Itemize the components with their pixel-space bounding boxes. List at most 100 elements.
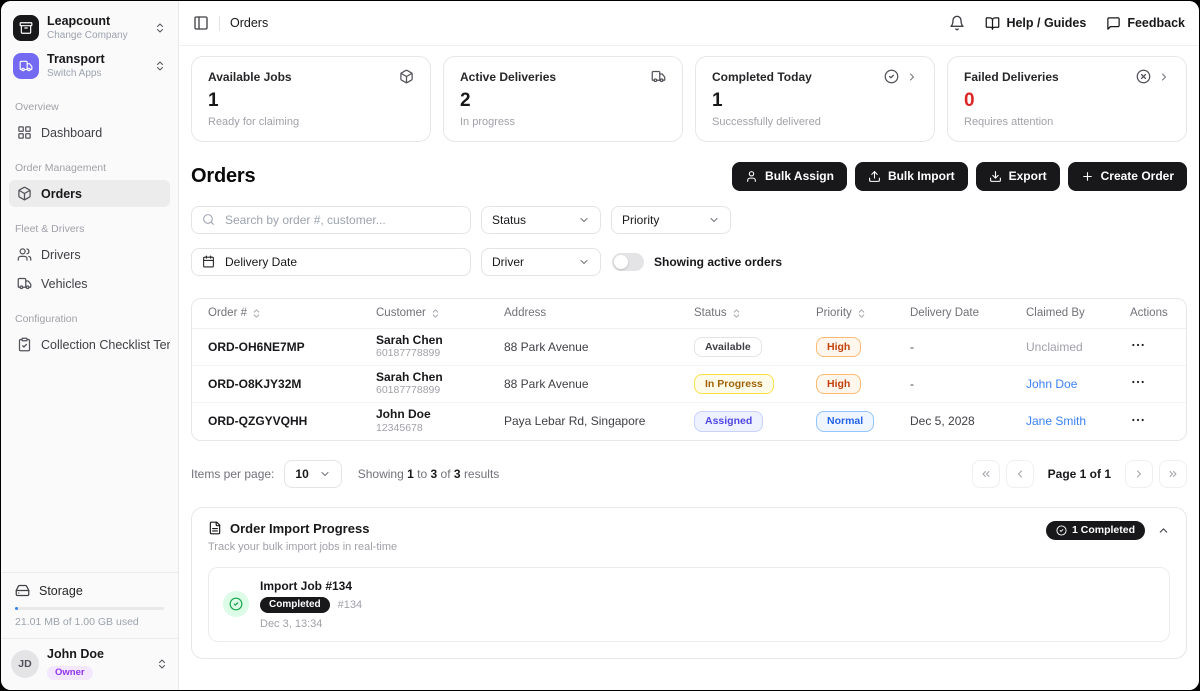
table-row: ORD-OH6NE7MPSarah Chen6018777889988 Park… xyxy=(192,329,1186,366)
priority-filter-select[interactable]: Priority xyxy=(611,206,731,234)
workspace-switcher-leapcount[interactable]: LeapcountChange Company xyxy=(9,9,170,47)
upload-icon xyxy=(868,170,881,183)
sidebar-toggle-icon[interactable] xyxy=(193,15,209,31)
column-header-order[interactable]: Order # xyxy=(208,307,376,319)
next-page-button[interactable] xyxy=(1125,460,1153,488)
check-circle-icon xyxy=(229,597,243,611)
customer-name: John Doe xyxy=(376,407,504,421)
customer-phone: 12345678 xyxy=(376,422,504,436)
import-job-title: Import Job #134 xyxy=(260,579,362,593)
search-input[interactable] xyxy=(223,212,460,228)
bell-icon[interactable] xyxy=(949,15,965,31)
help-guides-button[interactable]: Help / Guides xyxy=(985,16,1086,31)
status-badge: In Progress xyxy=(694,374,774,395)
stat-label: Active Deliveries xyxy=(460,70,556,84)
results-summary: Showing 1 to 3 of 3 results xyxy=(358,467,500,481)
stat-card-failed-deliveries[interactable]: Failed Deliveries0Requires attention xyxy=(947,56,1187,142)
claimed-by[interactable]: John Doe xyxy=(1026,377,1077,391)
import-jobs-list: Import Job #134Completed#134Dec 3, 13:34 xyxy=(208,567,1170,642)
column-header-customer[interactable]: Customer xyxy=(376,307,504,319)
stat-cards: Available Jobs 1 Ready for claiming Active … xyxy=(191,56,1187,142)
search-icon xyxy=(202,213,215,226)
stat-subtitle: Ready for claiming xyxy=(208,116,414,128)
topbar-right: Help / Guides Feedback xyxy=(949,15,1185,31)
file-text-icon xyxy=(208,521,222,535)
previous-page-button[interactable] xyxy=(1006,460,1034,488)
archive-icon xyxy=(19,21,33,35)
orders-filters: Status Priority Delivery Date Driver xyxy=(191,206,1187,276)
sidebar-item-label: Dashboard xyxy=(41,126,102,140)
sidebar-item-dashboard[interactable]: Dashboard xyxy=(9,119,170,146)
workspace-switcher-transport[interactable]: TransportSwitch Apps xyxy=(9,47,170,85)
clipboard-check-icon xyxy=(17,337,32,352)
sidebar-item-drivers[interactable]: Drivers xyxy=(9,241,170,268)
first-page-button[interactable] xyxy=(972,460,1000,488)
book-open-icon xyxy=(985,16,1000,31)
sort-icon xyxy=(430,308,441,319)
user-icon xyxy=(745,170,758,183)
row-actions-button[interactable] xyxy=(1130,337,1146,353)
active-orders-toggle-group: Showing active orders xyxy=(612,253,782,271)
driver-filter-label: Driver xyxy=(492,255,524,269)
sidebar-item-storage[interactable]: Storage xyxy=(9,573,170,598)
user-role-badge: Owner xyxy=(47,666,93,680)
customer-phone: 60187778899 xyxy=(376,347,504,361)
plus-icon xyxy=(1081,170,1094,183)
pagination: Items per page: 10 Showing 1 to 3 of 3 r… xyxy=(191,460,1187,488)
stat-label: Failed Deliveries xyxy=(964,70,1059,84)
sidebar-item-orders[interactable]: Orders xyxy=(9,180,170,207)
avatar: JD xyxy=(11,650,39,678)
chevrons-left-icon xyxy=(980,468,992,480)
stat-subtitle: Successfully delivered xyxy=(712,116,918,128)
column-header-address: Address xyxy=(504,307,694,319)
sort-icon xyxy=(731,308,742,319)
row-actions-button[interactable] xyxy=(1130,412,1146,428)
order-address: 88 Park Avenue xyxy=(504,340,694,354)
stat-subtitle: In progress xyxy=(460,116,666,128)
user-menu[interactable]: JD John Doe Owner xyxy=(9,639,170,682)
chevrons-up-down-icon xyxy=(156,658,168,670)
storage-usage-text: 21.01 MB of 1.00 GB used xyxy=(15,616,164,628)
orders-table: Order #CustomerAddressStatusPriorityDeli… xyxy=(191,298,1187,441)
stat-card-completed-today[interactable]: Completed Today1Successfully delivered xyxy=(695,56,935,142)
bulk-assign-button[interactable]: Bulk Assign xyxy=(732,162,847,191)
workspace-name: Leapcount xyxy=(47,14,128,29)
priority-filter-label: Priority xyxy=(622,213,659,227)
stat-label: Available Jobs xyxy=(208,70,292,84)
claimed-by: Unclaimed xyxy=(1026,340,1083,354)
driver-filter-select[interactable]: Driver xyxy=(481,248,601,276)
nav-section-label: Order Management xyxy=(15,162,164,174)
customer-name: Sarah Chen xyxy=(376,370,504,384)
collapse-chevron-up-icon[interactable] xyxy=(1157,524,1170,537)
row-actions-button[interactable] xyxy=(1130,374,1146,390)
sidebar-item-collection-checklist-templates[interactable]: Collection Checklist Templates xyxy=(9,331,170,358)
sidebar-item-vehicles[interactable]: Vehicles xyxy=(9,270,170,297)
column-header-priority[interactable]: Priority xyxy=(816,307,910,319)
column-header-delivery-date: Delivery Date xyxy=(910,307,1026,319)
bulk-import-button[interactable]: Bulk Import xyxy=(855,162,968,191)
items-per-page-select[interactable]: 10 xyxy=(284,460,341,488)
delivery-date: Dec 5, 2028 xyxy=(910,414,1026,428)
feedback-button[interactable]: Feedback xyxy=(1106,16,1185,31)
chevron-right-icon xyxy=(1158,71,1170,83)
export-button[interactable]: Export xyxy=(976,162,1060,191)
order-address: Paya Lebar Rd, Singapore xyxy=(504,414,694,428)
delivery-date-filter[interactable]: Delivery Date xyxy=(191,248,471,276)
sidebar-item-label: Drivers xyxy=(41,248,81,262)
create-order-button[interactable]: Create Order xyxy=(1068,162,1187,191)
chevron-down-icon xyxy=(319,468,331,480)
topbar: Orders Help / Guides Feedback xyxy=(179,1,1199,46)
stat-value: 2 xyxy=(460,91,666,112)
delivery-date: - xyxy=(910,340,1026,354)
column-header-status[interactable]: Status xyxy=(694,307,816,319)
truck-icon xyxy=(651,69,666,84)
active-orders-toggle-label: Showing active orders xyxy=(654,255,782,269)
last-page-button[interactable] xyxy=(1159,460,1187,488)
order-search-input[interactable] xyxy=(191,206,471,234)
stat-value: 1 xyxy=(208,91,414,112)
claimed-by[interactable]: Jane Smith xyxy=(1026,414,1086,428)
import-progress-title: Order Import Progress xyxy=(230,521,369,536)
active-orders-toggle[interactable] xyxy=(612,253,644,271)
status-filter-select[interactable]: Status xyxy=(481,206,601,234)
table-row: ORD-O8KJY32MSarah Chen6018777889988 Park… xyxy=(192,366,1186,403)
